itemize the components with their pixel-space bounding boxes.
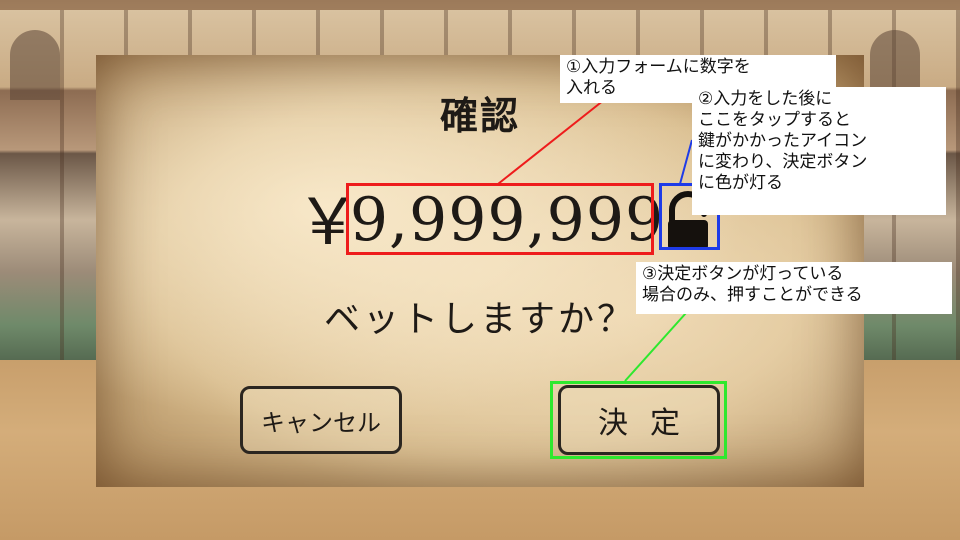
annotation-note-3: ③決定ボタンが灯っている 場合のみ、押すことができる [636,262,952,314]
annotation-note-2: ②入力をした後に ここをタップすると 鍵がかかったアイコン に変わり、決定ボタン… [692,87,946,215]
note2-connector [679,139,693,185]
note3-connector [624,312,687,382]
note1-connector [497,99,605,185]
